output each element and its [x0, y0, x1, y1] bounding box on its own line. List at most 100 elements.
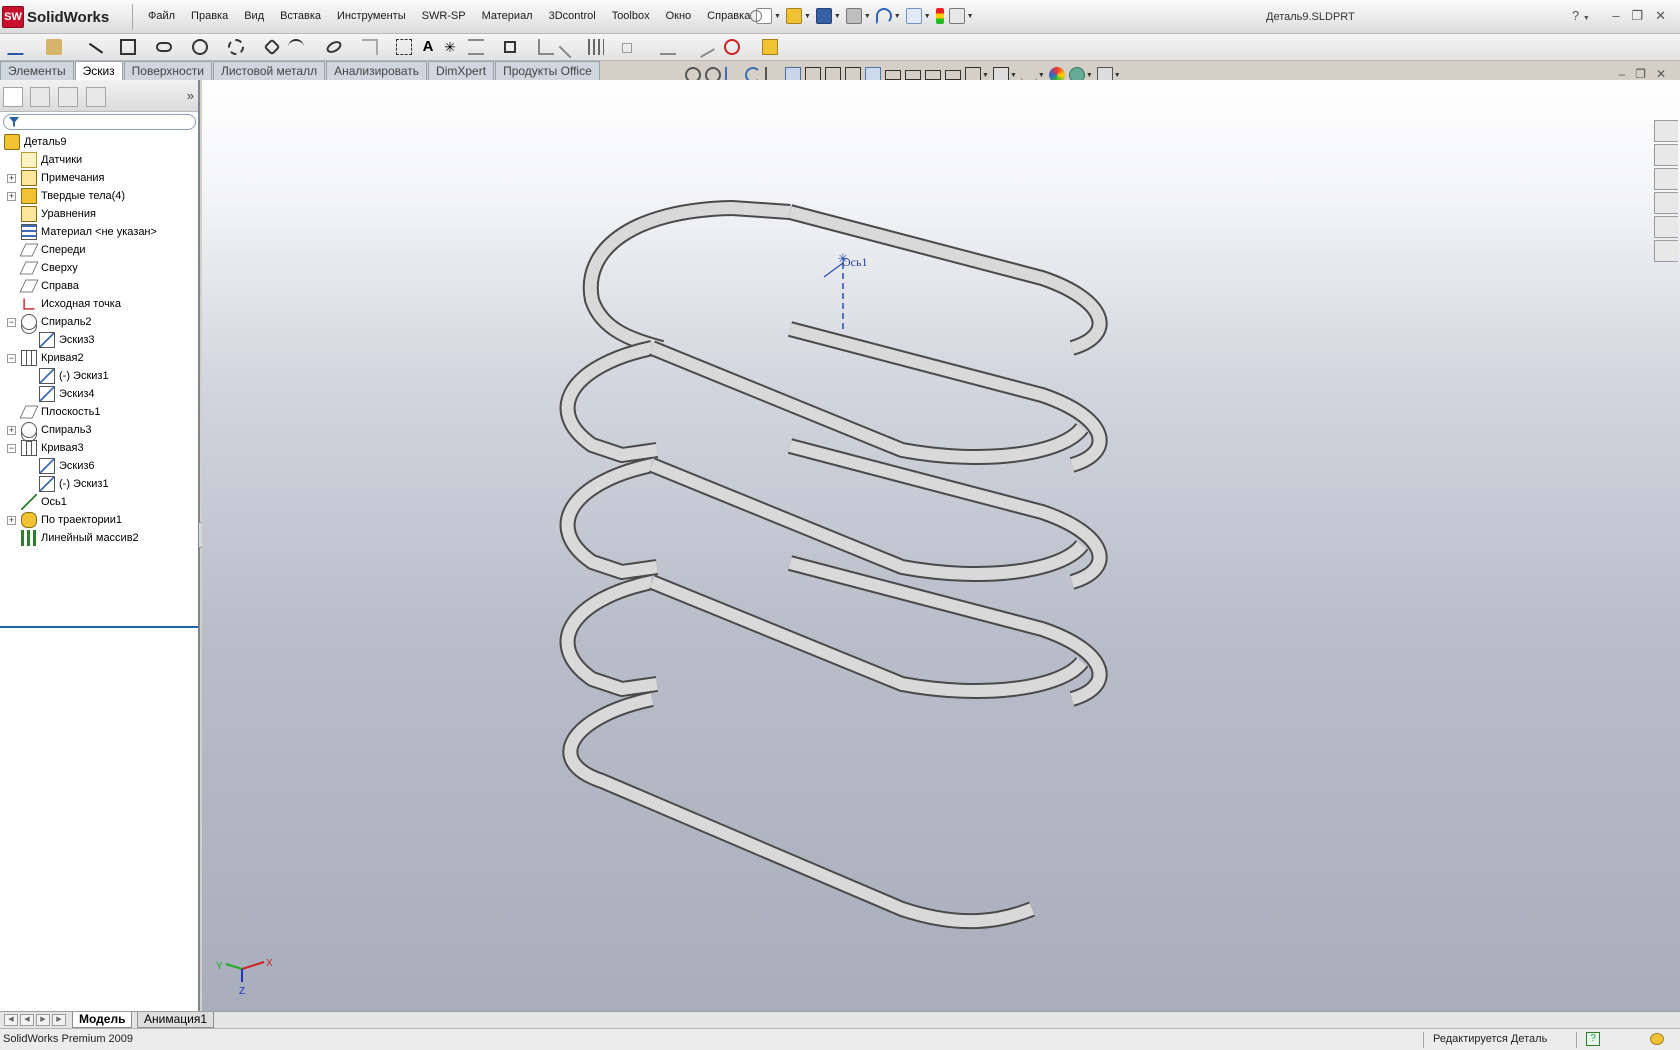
chevron-down-icon[interactable]: ▼	[834, 13, 841, 20]
expand-icon[interactable]: +	[7, 426, 16, 435]
offset-icon[interactable]	[504, 41, 516, 53]
collapse-icon[interactable]: −	[7, 354, 16, 363]
view-top-icon[interactable]	[905, 70, 921, 80]
tree-node[interactable]: Датчики	[0, 151, 198, 169]
tree-node[interactable]: − Кривая3	[0, 439, 198, 457]
chevron-down-icon[interactable]: ▼	[982, 72, 989, 79]
spring-model[interactable]: ✳ Ось1 X Y Z	[202, 80, 1680, 1011]
next-tab-icon[interactable]: ▶	[36, 1014, 50, 1026]
expand-icon[interactable]: +	[7, 192, 16, 201]
trim-icon[interactable]	[468, 39, 484, 55]
tree-node[interactable]: + Примечания	[0, 169, 198, 187]
tree-node[interactable]: − Спираль2	[0, 313, 198, 331]
pin-icon[interactable]	[750, 10, 762, 22]
chevron-down-icon[interactable]: ▼	[924, 13, 931, 20]
menu-item[interactable]: Материал	[474, 10, 541, 22]
arc-icon[interactable]	[228, 39, 244, 55]
tree-node[interactable]: + Спираль3	[0, 421, 198, 439]
tree-node[interactable]: Эскиз6	[0, 457, 198, 475]
menu-item[interactable]: 3Dcontrol	[541, 10, 604, 22]
chevron-down-icon[interactable]: ▼	[864, 13, 871, 20]
last-tab-icon[interactable]: ▶	[52, 1014, 66, 1026]
expand-icon[interactable]: +	[7, 174, 16, 183]
chevron-down-icon[interactable]: ▼	[1086, 72, 1093, 79]
rebuild-status-icon[interactable]	[1650, 1033, 1664, 1045]
tree-node[interactable]: (-) Эскиз1	[0, 367, 198, 385]
options-icon[interactable]	[948, 8, 965, 24]
ellipse-icon[interactable]	[324, 38, 344, 56]
view-split-icon[interactable]	[945, 70, 961, 80]
restore-button[interactable]: ❐	[1631, 8, 1643, 24]
minimize-button[interactable]: –	[1612, 8, 1619, 24]
prev-tab-icon[interactable]: ◀	[20, 1014, 34, 1026]
chevron-down-icon[interactable]: ▼	[967, 13, 974, 20]
rectangle-icon[interactable]	[120, 39, 136, 55]
tree-node[interactable]: + По траектории1	[0, 511, 198, 529]
tree-node[interactable]: Эскиз3	[0, 331, 198, 349]
slot-icon[interactable]	[156, 42, 172, 52]
tree-node[interactable]: Деталь9	[0, 133, 198, 151]
view-front-icon[interactable]	[885, 70, 901, 80]
polygon-icon[interactable]	[263, 38, 281, 56]
spline-icon[interactable]	[288, 39, 304, 55]
chevron-down-icon[interactable]: ▼	[804, 13, 811, 20]
design-library-icon[interactable]	[1654, 144, 1678, 166]
text-icon[interactable]: A	[420, 39, 436, 55]
menu-item[interactable]: Окно	[658, 10, 700, 22]
smart-dimension-icon[interactable]	[46, 39, 62, 55]
menu-item[interactable]: Toolbox	[604, 10, 658, 22]
linear-sketch-pattern-icon[interactable]	[588, 39, 604, 55]
tree-filter-input[interactable]	[3, 114, 196, 130]
command-tab[interactable]: Эскиз	[74, 61, 123, 81]
command-tab[interactable]: Поверхности	[123, 61, 212, 80]
menu-item[interactable]: Вид	[236, 10, 272, 22]
chevron-down-icon[interactable]: ▼	[1114, 72, 1121, 79]
tree-node[interactable]: Справа	[0, 277, 198, 295]
command-tab[interactable]: Продукты Office	[495, 61, 600, 80]
select-arrow-icon[interactable]	[905, 8, 922, 24]
menu-item[interactable]: Правка	[183, 10, 236, 22]
menu-item[interactable]: Файл	[140, 10, 183, 22]
tree-node[interactable]: Уравнения	[0, 205, 198, 223]
fillet-icon[interactable]	[362, 39, 378, 55]
move-entities-icon[interactable]	[622, 43, 632, 53]
collapse-icon[interactable]: −	[7, 444, 16, 453]
menu-item[interactable]: SWR-SP	[414, 10, 474, 22]
tree-node[interactable]: Спереди	[0, 241, 198, 259]
feature-manager-tab-icon[interactable]	[3, 87, 23, 107]
dimxpert-manager-tab-icon[interactable]	[86, 87, 106, 107]
property-manager-tab-icon[interactable]	[30, 87, 50, 107]
tree-node[interactable]: − Кривая2	[0, 349, 198, 367]
display-relations-icon[interactable]	[660, 39, 676, 55]
menu-item[interactable]: Вставка	[272, 10, 329, 22]
point-icon[interactable]: ✳	[442, 39, 458, 55]
tree-node[interactable]: Материал <не указан>	[0, 223, 198, 241]
file-explorer-icon[interactable]	[1654, 168, 1678, 190]
command-tab[interactable]: Листовой металл	[212, 61, 326, 80]
doc-minimize-button[interactable]: –	[1618, 67, 1625, 81]
circle-icon[interactable]	[192, 39, 208, 55]
tree-node[interactable]: Эскиз4	[0, 385, 198, 403]
collapse-icon[interactable]: −	[7, 318, 16, 327]
expand-panel-button[interactable]: »	[187, 88, 194, 103]
graphics-area[interactable]: ✳ Ось1 X Y Z	[202, 80, 1680, 1011]
home-icon[interactable]	[1654, 120, 1678, 142]
tree-node[interactable]: Ось1	[0, 493, 198, 511]
tree-node[interactable]: + Твердые тела(4)	[0, 187, 198, 205]
rapid-sketch-icon[interactable]	[762, 39, 778, 55]
convert-entities-icon[interactable]	[538, 39, 554, 55]
chevron-down-icon[interactable]: ▼	[1010, 72, 1017, 79]
print-icon[interactable]	[845, 8, 862, 24]
close-button[interactable]: ✕	[1655, 8, 1666, 24]
mirror-icon[interactable]	[558, 35, 582, 59]
open-folder-icon[interactable]	[785, 8, 802, 24]
app-logo[interactable]: SW SolidWorks	[2, 6, 109, 28]
command-tab[interactable]: DimXpert	[428, 61, 495, 80]
quick-snaps-icon[interactable]	[724, 39, 740, 55]
first-tab-icon[interactable]: ◀	[4, 1014, 18, 1026]
save-icon[interactable]	[815, 8, 832, 24]
view-palette-icon[interactable]	[1654, 192, 1678, 214]
help-button[interactable]: ? ▼	[1572, 8, 1590, 23]
tab-animation1[interactable]: Анимация1	[137, 1012, 215, 1028]
rebuild-traffic-light-icon[interactable]	[935, 8, 944, 24]
